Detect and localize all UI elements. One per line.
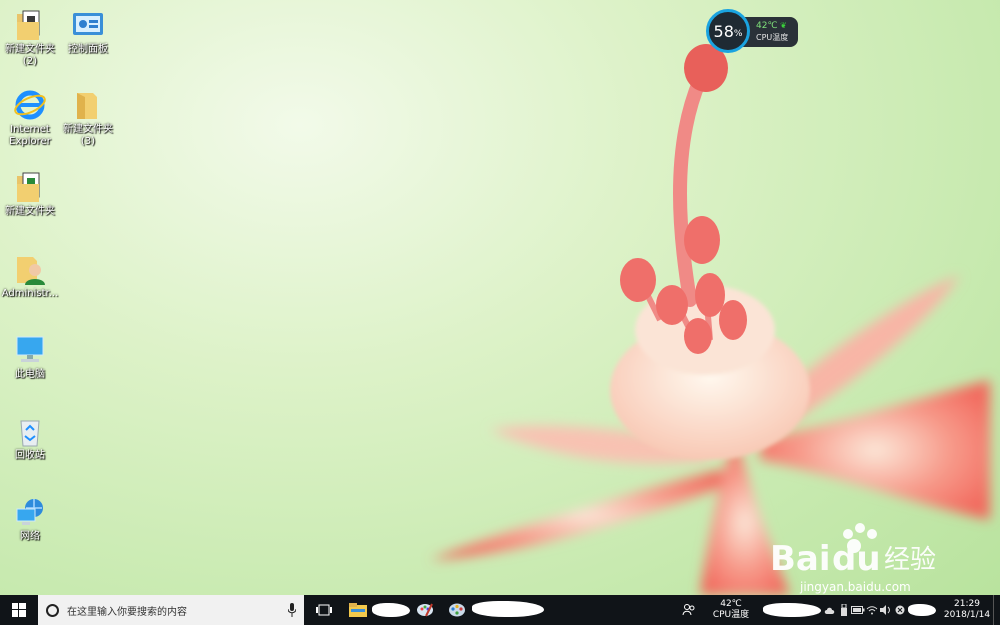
- taskbar: 在这里输入你要搜索的内容 42℃ CPU温度 21:29 2018/1/14: [0, 595, 1000, 625]
- taskbar-app-redacted-2[interactable]: [470, 595, 546, 625]
- tray-cpu-temp[interactable]: 42℃ CPU温度: [701, 599, 761, 621]
- recycle-bin-icon: [13, 414, 47, 448]
- tray-notification-off[interactable]: [893, 595, 907, 625]
- palette-icon: [449, 603, 465, 617]
- leaf-icon: ❦: [780, 21, 787, 30]
- task-view-button[interactable]: [304, 595, 344, 625]
- tray-volume[interactable]: [879, 595, 893, 625]
- computer-icon: [13, 333, 47, 367]
- desktop-icon-network[interactable]: 网络: [0, 495, 60, 543]
- svg-text:经验: 经验: [884, 545, 936, 575]
- desktop-icon-label: 新建文件夹 (3): [63, 124, 113, 147]
- clock-date: 2018/1/14: [943, 610, 991, 620]
- tray-wifi[interactable]: [865, 595, 879, 625]
- people-icon: [682, 604, 695, 616]
- taskbar-app-paint[interactable]: [412, 595, 438, 625]
- close-circle-icon: [895, 605, 905, 615]
- svg-text:du: du: [832, 539, 881, 579]
- desktop-icon-control-panel[interactable]: 控制面板: [58, 8, 118, 56]
- folder-icon: [13, 8, 47, 42]
- tray-temp-value: 42℃: [720, 599, 742, 609]
- desktop-icon-folder-3[interactable]: 新建文件夹 (3): [58, 88, 118, 148]
- network-icon: [13, 495, 47, 529]
- redaction-blob: [472, 601, 544, 617]
- cloud-icon: [824, 607, 835, 614]
- cpu-usage-ring: 58%: [706, 9, 750, 53]
- tray-redacted-ime[interactable]: [907, 595, 937, 625]
- cpu-usage-value: 58: [713, 21, 734, 41]
- redaction-blob: [908, 604, 936, 616]
- tray-redacted-area[interactable]: [761, 595, 823, 625]
- start-button[interactable]: [0, 595, 38, 625]
- clock-time: 21:29: [954, 599, 980, 609]
- desktop-icon-label: 回收站: [15, 450, 45, 461]
- windows-icon: [12, 603, 26, 617]
- taskbar-file-explorer[interactable]: [344, 595, 372, 625]
- desktop-icon-label: Administr...: [1, 288, 59, 299]
- desktop-icon-administrator[interactable]: Administr...: [0, 252, 60, 300]
- battery-icon: [851, 606, 865, 614]
- desktop-icon-folder[interactable]: 新建文件夹: [0, 170, 60, 218]
- cpu-temp-label: CPU温度: [756, 33, 789, 42]
- cpu-temp-panel: 42℃ ❦ CPU温度: [742, 17, 798, 47]
- folder-icon: [13, 170, 47, 204]
- cpu-usage-unit: %: [733, 28, 743, 39]
- desktop-icon-label: Internet Explorer: [9, 124, 51, 147]
- internet-explorer-icon: [13, 88, 47, 122]
- task-view-icon: [316, 604, 332, 616]
- usb-icon: [841, 604, 847, 616]
- user-folder-icon: [13, 252, 47, 286]
- cpu-monitor-widget[interactable]: 42℃ ❦ CPU温度 58%: [706, 9, 800, 53]
- wifi-icon: [866, 606, 878, 615]
- search-placeholder: 在这里输入你要搜索的内容: [67, 606, 187, 618]
- control-panel-icon: [71, 8, 105, 42]
- tray-temp-label: CPU温度: [712, 610, 750, 620]
- svg-text:Bai: Bai: [770, 539, 831, 579]
- desktop-icon-folder-2[interactable]: 新建文件夹 (2): [0, 8, 60, 68]
- tray-usb[interactable]: [837, 595, 851, 625]
- taskbar-app-palette[interactable]: [444, 595, 470, 625]
- redaction-blob: [372, 603, 410, 617]
- cpu-temp-value: 42℃: [756, 21, 778, 31]
- watermark-url: jingyan.baidu.com: [800, 580, 911, 594]
- cortana-icon: [46, 603, 59, 617]
- taskbar-search-box[interactable]: 在这里输入你要搜索的内容: [38, 595, 304, 625]
- taskbar-clock[interactable]: 21:29 2018/1/14: [943, 599, 991, 621]
- redaction-blob: [763, 603, 821, 617]
- desktop-icon-internet-explorer[interactable]: Internet Explorer: [0, 88, 60, 148]
- taskbar-app-redacted-1[interactable]: [372, 595, 412, 625]
- show-desktop-button[interactable]: [993, 595, 1000, 625]
- desktop-icon-label: 新建文件夹 (2): [5, 44, 55, 67]
- people-button[interactable]: [677, 595, 701, 625]
- tray-battery[interactable]: [851, 595, 865, 625]
- desktop-icon-label: 此电脑: [15, 369, 45, 380]
- tray-weather[interactable]: [823, 595, 837, 625]
- microphone-icon[interactable]: [288, 603, 296, 617]
- desktop-icon-label: 网络: [20, 531, 40, 542]
- wallpaper-flower: [430, 44, 990, 595]
- paint-icon: [417, 603, 433, 617]
- desktop-icon-this-pc[interactable]: 此电脑: [0, 333, 60, 381]
- desktop-icon-recycle-bin[interactable]: 回收站: [0, 414, 60, 462]
- desktop-icon-label: 控制面板: [68, 44, 108, 55]
- volume-icon: [880, 605, 890, 615]
- file-explorer-icon: [349, 603, 367, 617]
- folder-icon: [71, 88, 105, 122]
- desktop-icon-label: 新建文件夹: [5, 206, 55, 217]
